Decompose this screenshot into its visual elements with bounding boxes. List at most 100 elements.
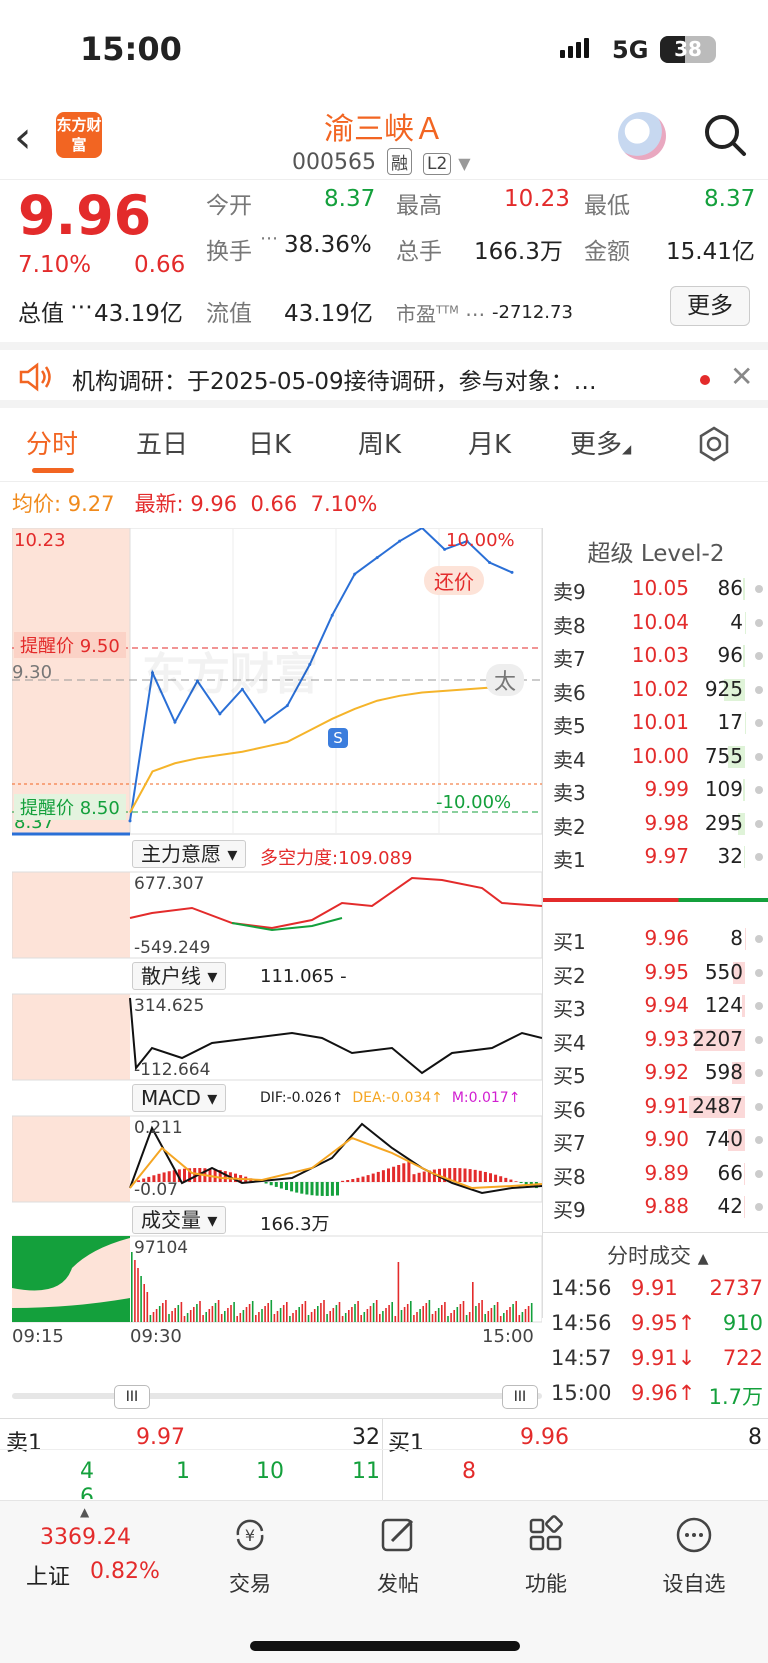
ask-queue-2: 1 [176, 1459, 190, 1484]
index-name[interactable]: 上证 [26, 1559, 70, 1591]
tab-monthly-k[interactable]: 月K [468, 424, 511, 461]
macd-bar [351, 1179, 355, 1182]
info-icon[interactable]: ⋯ [260, 228, 278, 249]
volume-bar [453, 1310, 455, 1322]
price-point [173, 720, 177, 724]
volume-bar [298, 1307, 300, 1322]
caret-down-icon[interactable]: ▼ [458, 154, 470, 173]
bid-volume: 550 [704, 959, 743, 984]
macd-bar [514, 1181, 518, 1182]
macd-bar [274, 1182, 278, 1187]
alert-high-tag[interactable]: 提醒价 9.50 [14, 632, 126, 658]
panel1-select[interactable]: 主力意愿 ▾ [132, 840, 247, 868]
bid-row[interactable]: 买6 9.91 2487 [543, 1088, 768, 1123]
status-dot [755, 1169, 763, 1178]
ask-row[interactable]: 卖1 9.97 32 [543, 838, 768, 873]
tab-daily-k[interactable]: 日K [248, 424, 291, 461]
trade-volume: 910 [722, 1311, 763, 1335]
volume-bar [304, 1301, 307, 1322]
trade-price: 9.96↑ [631, 1381, 696, 1405]
bid-row[interactable]: 买4 9.93 2207 [543, 1021, 768, 1056]
trades-title[interactable]: 分时成交 ▲ [607, 1240, 708, 1270]
ask-volume: 755 [704, 743, 743, 768]
info-icon[interactable]: ⋯ [70, 294, 93, 320]
nav-functions[interactable]: 功能 [496, 1515, 596, 1598]
macd-bar [223, 1171, 227, 1182]
panel3-select[interactable]: MACD ▾ [132, 1084, 227, 1112]
bid-row[interactable]: 买8 9.89 66 [543, 1155, 768, 1190]
tab-five-day[interactable]: 五日 [136, 424, 188, 461]
bid-level-label: 买2 [553, 963, 586, 988]
tab-intraday[interactable]: 分时 [26, 424, 78, 461]
bid-volume: 598 [704, 1060, 743, 1084]
ask-row[interactable]: 卖2 9.98 295 [543, 805, 768, 840]
tab-weekly-k[interactable]: 周K [358, 424, 401, 461]
robot-avatar-icon[interactable] [618, 112, 666, 160]
macd-bar [463, 1168, 467, 1182]
nav-trade[interactable]: ¥ 交易 [200, 1515, 300, 1598]
time-range-slider[interactable]: III III [12, 1385, 542, 1409]
volume-bar [385, 1308, 387, 1322]
stock-header: ‹ 东方财富 渝三峡Ａ 000565 融 L2 ▼ [0, 100, 768, 180]
alert-low-tag[interactable]: 提醒价 8.50 [14, 794, 126, 820]
volume-bar [375, 1300, 378, 1322]
nav-post[interactable]: 发帖 [348, 1515, 448, 1598]
bid-row[interactable]: 买5 9.92 598 [543, 1054, 768, 1089]
macd-m: M:0.017↑ [451, 1090, 521, 1106]
tai-tag[interactable]: 太 [486, 664, 525, 696]
intraday-chart[interactable]: 10.23 8.37 10.00% -10.00% 提醒价 9.50 提醒价 8… [12, 528, 542, 1378]
volume-bar [434, 1311, 437, 1322]
sell-marker[interactable]: S [328, 728, 348, 748]
ask-row[interactable]: 卖6 10.02 925 [543, 671, 768, 706]
volume-bar [146, 1292, 149, 1322]
bid-price: 9.89 [644, 1160, 689, 1185]
ask-row[interactable]: 卖7 10.03 96 [543, 637, 768, 672]
bid-row[interactable]: 买3 9.94 124 [543, 987, 768, 1022]
bid-level-label: 买3 [553, 997, 586, 1021]
volume-bar [481, 1300, 483, 1322]
index-pct[interactable]: 0.82% [90, 1559, 160, 1584]
volume-bar [744, 1196, 745, 1218]
slider-right-handle[interactable]: III [502, 1385, 538, 1409]
tab-more[interactable]: 更多◢ [570, 424, 631, 461]
ask-row[interactable]: 卖9 10.05 86 [543, 570, 768, 605]
news-banner[interactable]: 机构调研：于2025-05-09接待调研，参与对象：… ✕ [0, 342, 768, 408]
volume-bar [344, 1313, 347, 1322]
ask-row[interactable]: 卖3 9.99 109 [543, 771, 768, 806]
latest-change: 0.66 [250, 492, 298, 516]
volume-bar [251, 1301, 254, 1322]
volume-bar [162, 1303, 164, 1322]
trade-price: 9.95↑ [631, 1311, 696, 1335]
bid-row[interactable]: 买9 9.88 42 [543, 1188, 768, 1223]
ask-row[interactable]: 卖8 10.04 4 [543, 604, 768, 639]
close-icon[interactable]: ✕ [730, 360, 753, 393]
strip-bid-label: 买1 [388, 1431, 424, 1456]
volume-bar [428, 1300, 431, 1322]
nav-add-watchlist[interactable]: 设自选 [644, 1515, 744, 1598]
repay-tag[interactable]: 还价 [424, 566, 484, 595]
volume-bar [530, 1303, 533, 1322]
macd-bar [509, 1179, 513, 1182]
bid-row[interactable]: 买2 9.95 550 [543, 954, 768, 989]
macd-bar [341, 1180, 345, 1182]
panel2-select[interactable]: 散户线 ▾ [132, 962, 227, 990]
status-dot [755, 819, 763, 828]
slider-left-handle[interactable]: III [114, 1385, 150, 1409]
gear-icon[interactable] [696, 426, 732, 462]
bid-row[interactable]: 买1 9.96 8 [543, 920, 768, 955]
ask-row[interactable]: 卖5 10.01 17 [543, 704, 768, 739]
volume-bar [338, 1302, 341, 1322]
avg-value: 9.27 [67, 492, 115, 516]
more-button[interactable]: 更多 [670, 286, 750, 326]
panel4-select[interactable]: 成交量 ▾ [132, 1206, 227, 1234]
grid-icon [529, 1515, 563, 1551]
status-bar: 15:00 5G 38 [0, 0, 768, 100]
search-icon[interactable] [700, 110, 750, 160]
bid-row[interactable]: 买7 9.90 740 [543, 1121, 768, 1156]
volume-bar [456, 1307, 459, 1322]
time-end-label: 15:00 [482, 1326, 534, 1347]
home-indicator [250, 1641, 520, 1651]
ask-row[interactable]: 卖4 10.00 755 [543, 738, 768, 773]
trade-time: 14:57 [551, 1346, 612, 1370]
index-value[interactable]: 3369.24 [40, 1525, 131, 1550]
